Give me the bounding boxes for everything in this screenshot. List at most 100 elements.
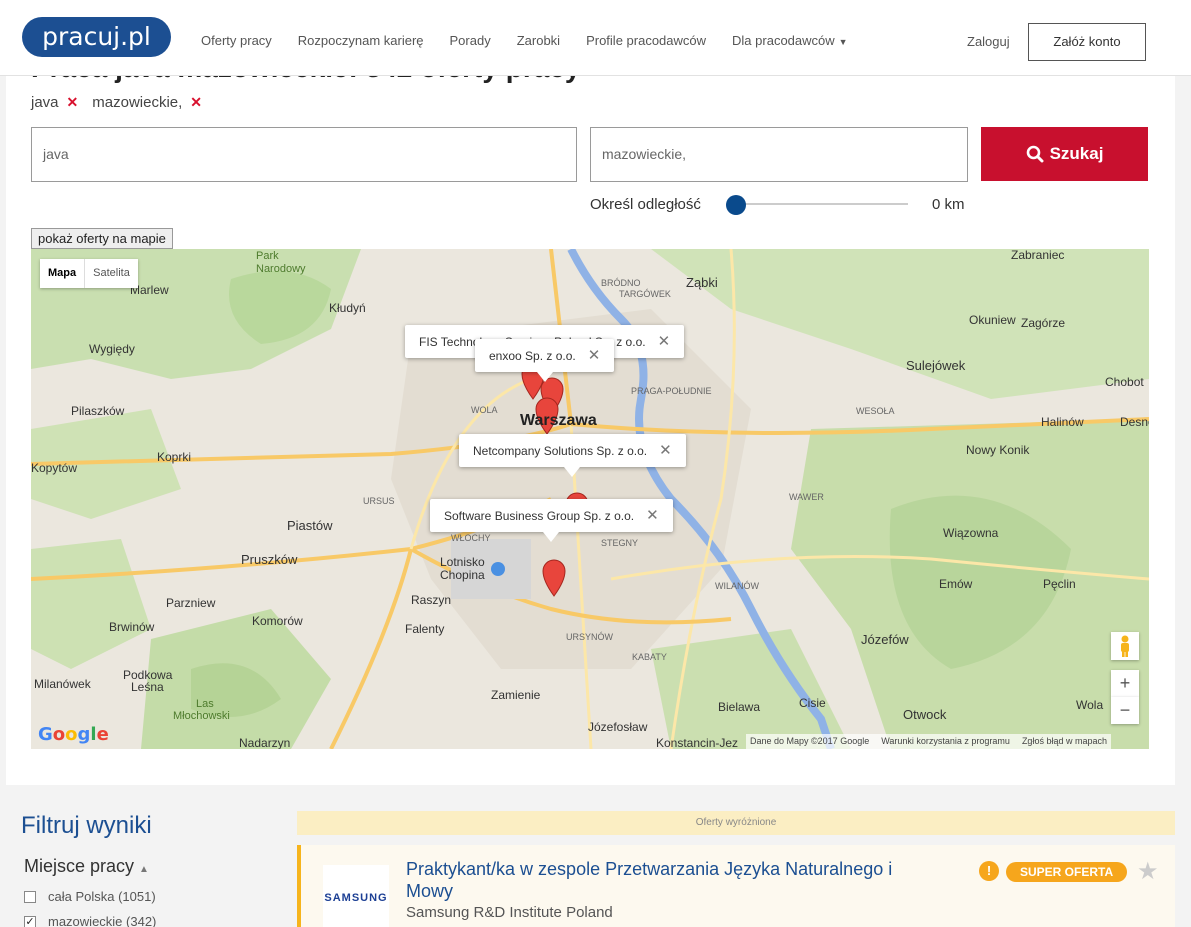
nav-dla-pracodawcow[interactable]: Dla pracodawców ▼ bbox=[732, 33, 848, 48]
keyword-input[interactable]: java bbox=[31, 127, 577, 182]
close-icon[interactable]: ✕ bbox=[588, 347, 601, 364]
filter-option-label: mazowieckie (342) bbox=[48, 914, 157, 927]
svg-text:Zabraniec: Zabraniec bbox=[1011, 249, 1064, 262]
filter-option[interactable]: ✓ mazowieckie (342) bbox=[24, 914, 156, 927]
svg-text:Józefów: Józefów bbox=[861, 632, 909, 647]
promoted-offers-label: Oferty wyróżnione bbox=[297, 811, 1175, 835]
svg-text:Nadarzyn: Nadarzyn bbox=[239, 736, 290, 749]
svg-text:Józefosław: Józefosław bbox=[588, 720, 648, 734]
info-window-label[interactable]: Netcompany Solutions Sp. z o.o. bbox=[473, 444, 647, 458]
svg-text:Sulejówek: Sulejówek bbox=[906, 358, 966, 373]
svg-text:Komorów: Komorów bbox=[252, 614, 303, 628]
svg-text:Kłudyń: Kłudyń bbox=[329, 301, 366, 315]
active-tags: java ✕ mazowieckie, ✕ bbox=[31, 94, 208, 111]
svg-text:WILANÓW: WILANÓW bbox=[715, 581, 760, 591]
offers-map[interactable]: Marlew Kłudyń Park Narodowy Wygiędy Pila… bbox=[31, 249, 1149, 749]
caret-up-icon: ▲ bbox=[139, 864, 149, 875]
svg-text:Pęclin: Pęclin bbox=[1043, 577, 1076, 591]
svg-text:Desno: Desno bbox=[1120, 415, 1149, 429]
login-link[interactable]: Zaloguj bbox=[967, 34, 1010, 49]
close-icon[interactable]: ✕ bbox=[658, 333, 671, 350]
remove-tag-icon[interactable]: ✕ bbox=[67, 94, 79, 111]
super-offer-badge: SUPER OFERTA bbox=[1006, 862, 1128, 882]
svg-text:Raszyn: Raszyn bbox=[411, 593, 451, 607]
svg-text:Pilaszków: Pilaszków bbox=[71, 404, 125, 418]
svg-text:Młochowski: Młochowski bbox=[173, 710, 230, 722]
nav-profile-pracodawcow[interactable]: Profile pracodawców bbox=[586, 33, 706, 48]
street-view-pegman-icon[interactable] bbox=[1111, 632, 1139, 660]
svg-text:Narodowy: Narodowy bbox=[256, 263, 306, 275]
svg-text:Emów: Emów bbox=[939, 577, 973, 591]
filter-section-label: Miejsce pracy bbox=[24, 856, 135, 876]
google-logo: Google bbox=[38, 724, 109, 745]
svg-text:URSUS: URSUS bbox=[363, 496, 395, 506]
map-attribution: Dane do Mapy ©2017 Google Warunki korzys… bbox=[746, 734, 1111, 749]
zoom-out-button[interactable]: − bbox=[1111, 697, 1139, 724]
svg-text:Halinów: Halinów bbox=[1041, 415, 1084, 429]
close-icon[interactable]: ✕ bbox=[659, 442, 672, 459]
distance-slider-handle[interactable] bbox=[726, 195, 746, 215]
exclamation-icon: ! bbox=[979, 861, 999, 881]
favorite-star-icon[interactable]: ★ bbox=[1137, 857, 1159, 886]
svg-text:Wiązowna: Wiązowna bbox=[943, 526, 999, 540]
map-info-window: enxoo Sp. z o.o. ✕ bbox=[475, 339, 615, 382]
top-navbar: pracuj.pl Oferty pracy Rozpoczynam karie… bbox=[0, 0, 1191, 76]
svg-text:BRÓDNO: BRÓDNO bbox=[601, 278, 641, 288]
svg-text:Lotnisko: Lotnisko bbox=[440, 555, 485, 569]
info-window-label[interactable]: enxoo Sp. z o.o. bbox=[489, 349, 576, 363]
map-type-satellite[interactable]: Satelita bbox=[84, 259, 138, 288]
svg-text:Cisie: Cisie bbox=[799, 696, 826, 710]
nav-oferty-pracy[interactable]: Oferty pracy bbox=[201, 33, 272, 48]
distance-slider-track[interactable] bbox=[730, 203, 908, 205]
main-nav: Oferty pracy Rozpoczynam karierę Porady … bbox=[201, 33, 874, 48]
svg-text:Park: Park bbox=[256, 250, 279, 262]
register-button[interactable]: Załóż konto bbox=[1028, 23, 1146, 61]
checkbox[interactable] bbox=[24, 890, 36, 903]
location-input[interactable]: mazowieckie, bbox=[590, 127, 968, 182]
search-button[interactable]: Szukaj bbox=[981, 127, 1148, 181]
svg-text:TARGÓWEK: TARGÓWEK bbox=[619, 289, 671, 299]
filters-title: Filtruj wyniki bbox=[21, 812, 152, 839]
checkbox-checked[interactable]: ✓ bbox=[24, 915, 36, 927]
close-icon[interactable]: ✕ bbox=[646, 507, 659, 524]
nav-zarobki[interactable]: Zarobki bbox=[517, 33, 560, 48]
filter-option-label: cała Polska (1051) bbox=[48, 889, 156, 904]
svg-text:Bielawa: Bielawa bbox=[718, 700, 760, 714]
map-report-link[interactable]: Zgłoś błąd w mapach bbox=[1022, 736, 1107, 748]
nav-rozpoczynam-kariere[interactable]: Rozpoczynam karierę bbox=[298, 33, 424, 48]
map-terms-link[interactable]: Warunki korzystania z programu bbox=[881, 736, 1010, 748]
search-button-label: Szukaj bbox=[1049, 144, 1104, 163]
svg-text:Chopina: Chopina bbox=[440, 568, 485, 582]
svg-text:Koprki: Koprki bbox=[157, 450, 191, 464]
svg-text:URSYNÓW: URSYNÓW bbox=[566, 632, 614, 642]
svg-text:Piastów: Piastów bbox=[287, 518, 333, 533]
map-info-window: Software Business Group Sp. z o.o. ✕ bbox=[430, 499, 673, 542]
filter-option[interactable]: cała Polska (1051) bbox=[24, 889, 156, 904]
svg-text:WŁOCHY: WŁOCHY bbox=[451, 533, 491, 543]
filter-section-location[interactable]: Miejsce pracy ▲ bbox=[24, 856, 149, 877]
svg-text:Wola: Wola bbox=[1076, 698, 1103, 712]
nav-porady[interactable]: Porady bbox=[450, 33, 491, 48]
svg-text:Zagórze: Zagórze bbox=[1021, 316, 1065, 330]
svg-text:Nowy Konik: Nowy Konik bbox=[966, 443, 1030, 457]
tag-mazowieckie: mazowieckie, bbox=[92, 94, 183, 111]
pracuj-logo[interactable]: pracuj.pl bbox=[22, 17, 171, 57]
svg-text:Okuniew: Okuniew bbox=[969, 313, 1016, 327]
nav-dla-pracodawcow-label: Dla pracodawców bbox=[732, 33, 835, 48]
distance-label: Określ odległość bbox=[590, 196, 701, 213]
svg-text:Warszawa: Warszawa bbox=[520, 412, 597, 429]
info-window-label[interactable]: Software Business Group Sp. z o.o. bbox=[444, 509, 634, 523]
show-on-map-button[interactable]: pokaż oferty na mapie bbox=[31, 228, 173, 249]
svg-text:KABATY: KABATY bbox=[632, 652, 667, 662]
remove-tag-icon[interactable]: ✕ bbox=[190, 94, 202, 111]
map-type-control: Mapa Satelita bbox=[40, 259, 138, 288]
svg-text:STEGNY: STEGNY bbox=[601, 538, 638, 548]
svg-text:WESOŁA: WESOŁA bbox=[856, 406, 895, 416]
map-type-map[interactable]: Mapa bbox=[40, 259, 84, 288]
svg-text:Milanówek: Milanówek bbox=[34, 677, 92, 691]
offer-title[interactable]: Praktykant/ka w zespole Przetwarzania Ję… bbox=[406, 858, 926, 902]
svg-text:Leśna: Leśna bbox=[131, 680, 164, 694]
caret-down-icon: ▼ bbox=[838, 37, 848, 47]
job-offer[interactable]: SAMSUNG Praktykant/ka w zespole Przetwar… bbox=[297, 845, 1175, 927]
zoom-in-button[interactable]: + bbox=[1111, 670, 1139, 697]
